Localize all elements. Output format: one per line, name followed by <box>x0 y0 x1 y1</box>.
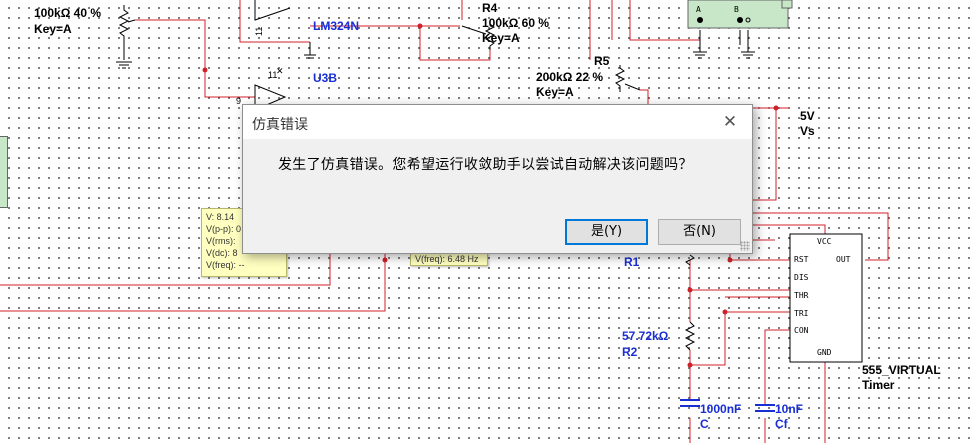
c-label: C <box>700 417 709 431</box>
vs-label: Vs <box>800 124 815 138</box>
r1-label: R1 <box>624 255 640 269</box>
r5-value: 200kΩ 22 % <box>536 70 603 84</box>
opamp-pin-number: 9 <box>236 96 241 106</box>
probe-line: V(freq): 6.48 Hz <box>415 254 479 264</box>
u3a-name: LM324N <box>313 19 359 33</box>
r5-key: Key=A <box>536 85 574 99</box>
dialog-title: 仿真错误 <box>252 117 308 133</box>
timer-pin-dis: DIS <box>794 273 809 282</box>
probe-readout-2[interactable]: V(freq): 6.48 Hz <box>410 252 488 266</box>
opamp-pin-number: 11 <box>254 27 264 36</box>
vs-value: 5V <box>800 109 815 123</box>
dialog-titlebar[interactable]: 仿真错误 ✕ <box>243 105 752 139</box>
timer-name: 555_VIRTUAL <box>862 363 941 377</box>
timer-pin-thr: THR <box>794 291 809 300</box>
r2b-value: 57.72kΩ <box>622 329 669 343</box>
timer-pin-tri: TRI <box>794 309 809 318</box>
r2-key: Key=A <box>34 22 72 36</box>
scope-terminal-b[interactable] <box>737 17 743 23</box>
yes-button[interactable]: 是(Y) <box>565 219 648 245</box>
r4-label: R4 <box>482 1 498 15</box>
timer-pin-gnd: GND <box>817 348 832 357</box>
no-button[interactable]: 否(N) <box>658 219 741 245</box>
timer-pin-rst: RST <box>794 255 809 264</box>
r2-value: 100kΩ 40 % <box>34 6 101 20</box>
scope-pin-b: B <box>734 5 739 14</box>
timer-pin-vcc: VCC <box>817 237 832 246</box>
dialog-message: 发生了仿真错误。您希望运行收敛助手以尝试自动解决该问题吗？ <box>278 157 693 173</box>
c-value: 1000nF <box>700 402 741 416</box>
r4-key: Key=A <box>482 31 520 45</box>
resize-grip-icon[interactable] <box>740 241 750 251</box>
close-icon[interactable]: ✕ <box>716 110 744 134</box>
timer-sub: Timer <box>862 378 895 392</box>
partial-component <box>0 136 8 208</box>
cf-label: Cf <box>775 417 789 431</box>
timer-pin-con: CON <box>794 326 809 335</box>
r5-label: R5 <box>594 54 610 68</box>
simulation-error-dialog[interactable]: 仿真错误 ✕ 发生了仿真错误。您希望运行收敛助手以尝试自动解决该问题吗？ 是(Y… <box>242 104 753 254</box>
scope-pin-a: A <box>696 5 701 14</box>
timer-pin-out: OUT <box>836 255 851 264</box>
cf-value: 10nF <box>775 402 803 416</box>
no-connect-x: ✕ <box>276 66 284 76</box>
r4-value: 100kΩ 60 % <box>482 16 549 30</box>
dialog-body: 发生了仿真错误。您希望运行收敛助手以尝试自动解决该问题吗？ 是(Y) 否(N) <box>243 139 752 253</box>
u3b-name: U3B <box>313 71 337 85</box>
probe-line: V(freq): -- <box>206 260 245 270</box>
r2b-label: R2 <box>622 345 638 359</box>
scope-terminal-a[interactable] <box>697 17 703 23</box>
